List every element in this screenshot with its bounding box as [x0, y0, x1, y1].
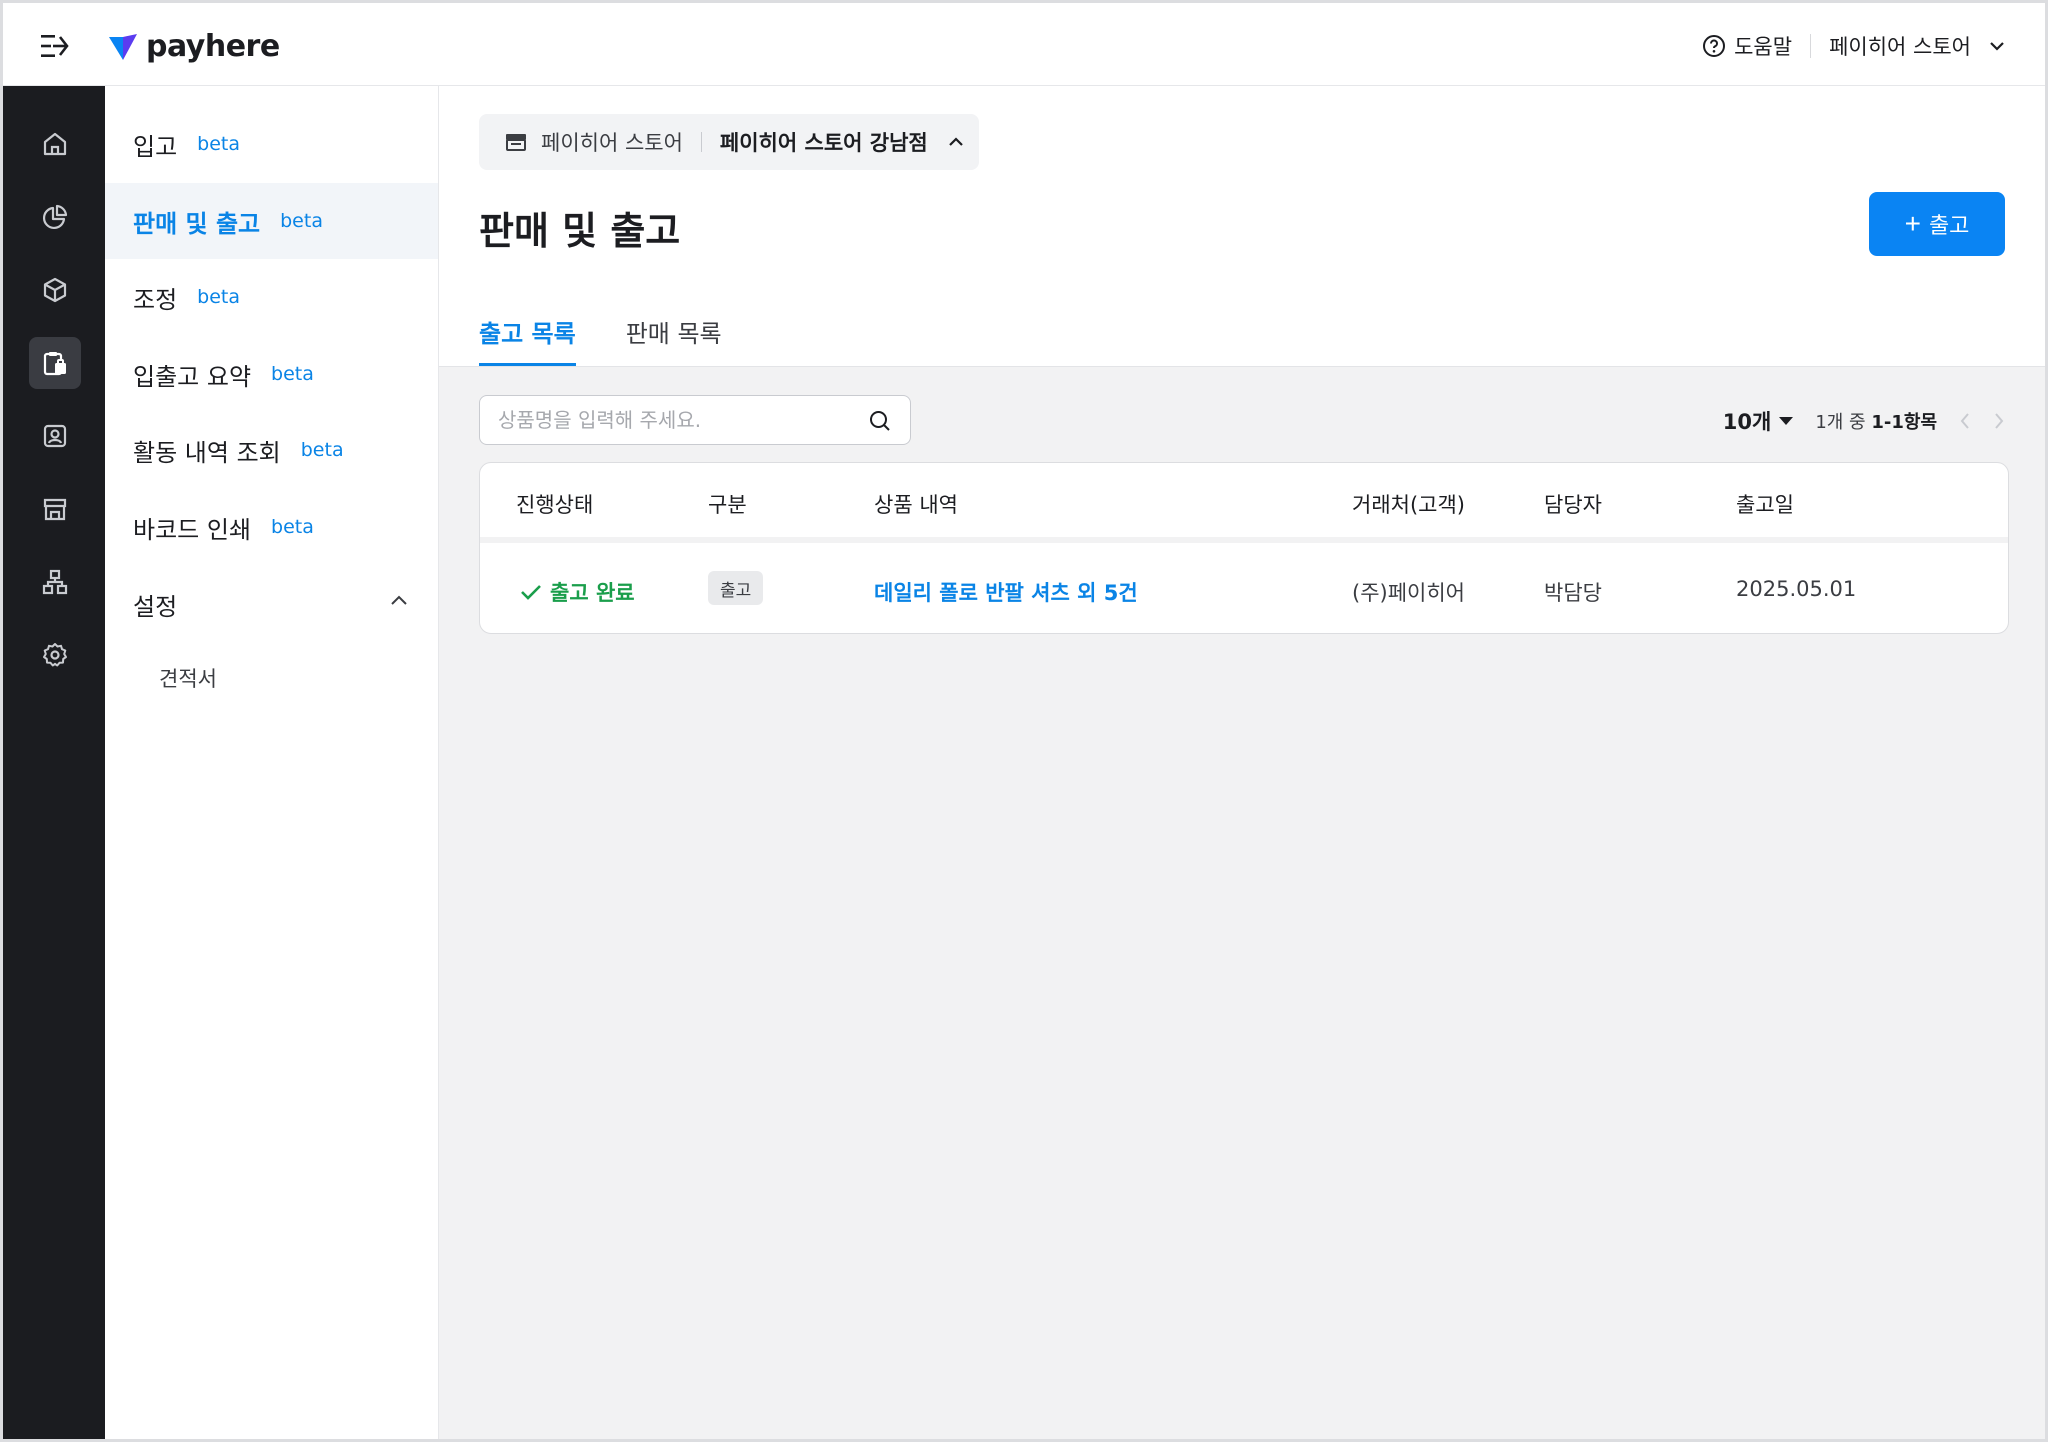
add-shipment-button[interactable]: + 출고 — [1869, 192, 2005, 256]
page-title: 판매 및 출고 — [479, 209, 681, 253]
sidebar-item-receiving[interactable]: 입고 beta — [105, 106, 438, 182]
box-icon — [43, 277, 67, 303]
product-link[interactable]: 데일리 폴로 반팔 셔츠 외 5건 — [874, 577, 1138, 607]
chevron-down-icon — [1990, 42, 2004, 51]
beta-badge: beta — [271, 516, 314, 538]
sidebar-item-sales-shipping[interactable]: 판매 및 출고 beta — [105, 183, 438, 259]
tab-shipping-list[interactable]: 출고 목록 — [479, 306, 576, 366]
sidebar-item-barcode-print[interactable]: 바코드 인쇄 beta — [105, 489, 438, 565]
sidebar-item-label: 입출고 요약 — [133, 362, 252, 391]
sidebar-item-inout-summary[interactable]: 입출고 요약 beta — [105, 336, 438, 412]
logo-text: payhere — [146, 29, 280, 64]
plus-icon: + — [1904, 208, 1921, 239]
rail-settings[interactable] — [29, 629, 81, 681]
sidebar-item-quotation[interactable]: 견적서 — [105, 648, 438, 708]
search-input[interactable] — [480, 408, 850, 432]
app-window: payhere 도움말 페이히어 스토어 입고 beta 판매 및 출고 bet… — [0, 0, 2048, 1442]
top-bar: payhere 도움말 페이히어 스토어 — [3, 3, 2045, 86]
logo[interactable]: payhere — [108, 29, 280, 64]
table-header: 진행상태 구분 상품 내역 거래처(고객) 담당자 출고일 — [480, 463, 2008, 543]
beta-badge: beta — [197, 286, 241, 308]
beta-badge: beta — [300, 439, 344, 461]
shipping-table: 진행상태 구분 상품 내역 거래처(고객) 담당자 출고일 출고 완료 출고 데… — [479, 462, 2009, 634]
page-size-value: 10개 — [1722, 410, 1772, 434]
status-text: 출고 완료 — [550, 581, 635, 605]
divider — [700, 132, 702, 152]
store-parent-name: 페이히어 스토어 — [541, 131, 683, 155]
gear-icon — [43, 643, 67, 667]
rail-home[interactable] — [29, 118, 81, 170]
store-icon — [506, 134, 526, 151]
sub-nav: 입고 beta 판매 및 출고 beta 조정 beta 입출고 요약 beta… — [105, 86, 439, 1439]
sidebar-item-label: 견적서 — [159, 667, 217, 691]
date-cell: 2025.05.01 — [1736, 577, 1857, 601]
menu-toggle-icon[interactable] — [41, 33, 71, 59]
rail-inventory[interactable] — [29, 337, 81, 389]
help-circle-icon — [1703, 35, 1726, 57]
beta-badge: beta — [271, 363, 314, 385]
pie-chart-icon — [42, 204, 68, 230]
column-header: 진행상태 — [516, 493, 594, 517]
chevron-up-icon — [948, 137, 963, 146]
chevron-right-icon[interactable] — [1993, 412, 2005, 430]
list-panel: 10개 1개 중 1-1항목 진행상태 — [439, 366, 2045, 1439]
rail-analytics[interactable] — [29, 191, 81, 243]
org-chart-icon — [42, 569, 68, 595]
store-icon — [43, 498, 67, 521]
sidebar-item-label: 판매 및 출고 — [133, 209, 261, 238]
table-row[interactable]: 출고 완료 출고 데일리 폴로 반팔 셔츠 외 5건 (주)페이히어 박담당 2… — [480, 549, 2008, 633]
sidebar-item-label: 조정 — [133, 285, 178, 314]
column-header: 출고일 — [1736, 493, 1794, 517]
divider — [1810, 34, 1812, 58]
check-icon — [521, 585, 541, 600]
manager-cell: 박담당 — [1544, 581, 1602, 605]
column-header: 담당자 — [1544, 493, 1602, 517]
page-range: 1개 중 1-1항목 — [1815, 408, 1937, 434]
contact-icon — [43, 424, 67, 448]
home-icon — [43, 132, 67, 156]
store-menu-label: 페이히어 스토어 — [1829, 35, 1971, 59]
add-shipment-label: 출고 — [1928, 213, 1970, 238]
page-range-prefix: 1개 중 — [1815, 412, 1866, 433]
help-button[interactable]: 도움말 — [1702, 31, 1792, 61]
tab-sales-list[interactable]: 판매 목록 — [626, 306, 722, 366]
store-branch-name: 페이히어 스토어 강남점 — [719, 131, 928, 155]
store-menu-button[interactable]: 페이히어 스토어 — [1829, 31, 2005, 61]
clipboard-icon — [43, 352, 66, 376]
beta-badge: beta — [197, 133, 241, 155]
sidebar-section-settings[interactable]: 설정 — [105, 566, 438, 642]
help-label: 도움말 — [1734, 35, 1793, 59]
caret-down-icon — [1779, 417, 1794, 425]
page-size-select[interactable]: 10개 — [1723, 406, 1794, 436]
chevron-left-icon[interactable] — [1959, 412, 1971, 430]
sidebar-item-adjustment[interactable]: 조정 beta — [105, 259, 438, 335]
sidebar-item-label: 입고 — [133, 132, 178, 161]
rail-store[interactable] — [29, 483, 81, 535]
beta-badge: beta — [280, 210, 323, 232]
main-content: 페이히어 스토어 페이히어 스토어 강남점 판매 및 출고 + 출고 출고 목록… — [439, 86, 2045, 1439]
rail-products[interactable] — [29, 264, 81, 316]
sidebar-item-activity-log[interactable]: 활동 내역 조회 beta — [105, 412, 438, 488]
sidebar-item-label: 활동 내역 조회 — [133, 438, 281, 467]
tab-bar: 출고 목록 판매 목록 — [479, 306, 772, 366]
column-header: 거래처(고객) — [1352, 493, 1465, 517]
store-selector[interactable]: 페이히어 스토어 페이히어 스토어 강남점 — [479, 114, 979, 170]
chevron-up-icon — [391, 595, 407, 605]
column-header: 상품 내역 — [874, 493, 958, 517]
sidebar-section-label: 설정 — [133, 592, 178, 621]
icon-rail — [3, 86, 105, 1439]
rail-customers[interactable] — [29, 410, 81, 462]
payhere-logo-icon — [109, 33, 137, 60]
status-cell: 출고 완료 — [520, 577, 635, 607]
page-range-value: 1-1항목 — [1871, 412, 1937, 433]
rail-organization[interactable] — [29, 556, 81, 608]
sidebar-item-label: 바코드 인쇄 — [133, 515, 252, 544]
column-header: 구분 — [708, 493, 747, 517]
client-cell: (주)페이히어 — [1352, 581, 1465, 605]
pagination: 10개 1개 중 1-1항목 — [1723, 405, 2005, 437]
type-badge: 출고 — [708, 571, 764, 605]
search-box — [479, 395, 911, 445]
search-icon[interactable] — [868, 409, 892, 433]
